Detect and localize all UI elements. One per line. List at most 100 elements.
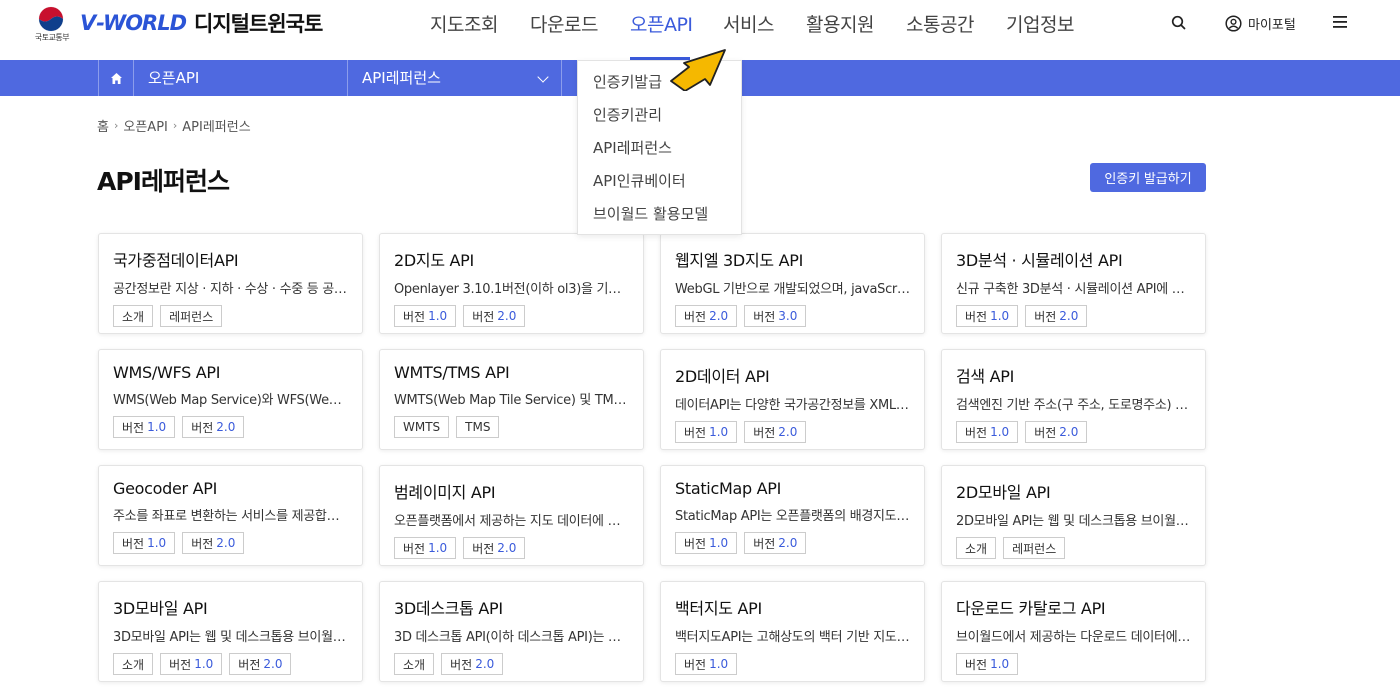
tag-version: 1.0 — [147, 420, 167, 434]
version-tag[interactable]: 버전 1.0 — [675, 532, 738, 554]
tag-label: TMS — [465, 420, 491, 434]
version-tag[interactable]: 버전 1.0 — [394, 305, 457, 327]
nav-download[interactable]: 다운로드 — [530, 10, 598, 37]
nav-service[interactable]: 서비스 — [723, 10, 774, 37]
mypage-link[interactable]: 마이포털 — [1225, 14, 1296, 33]
nav-support[interactable]: 활용지원 — [806, 10, 874, 37]
nav-open-api[interactable]: 오픈API — [630, 10, 693, 37]
version-tag[interactable]: 버전 2.0 — [463, 305, 526, 327]
version-tag[interactable]: 버전 2.0 — [675, 305, 738, 327]
card-description: 공간정보란 지상 · 지하 · 수상 · 수중 등 공간상에 존재하는 자연적 … — [113, 282, 348, 297]
api-card[interactable]: 다운로드 카탈로그 API 브이월드에서 제공하는 다운로드 데이터에 대한 버전 1… — [941, 581, 1206, 682]
menu-item-key-issue[interactable]: 인증키발급 — [593, 71, 662, 92]
link-tag[interactable]: WMTS — [394, 416, 450, 438]
version-tag[interactable]: 버전 1.0 — [113, 532, 176, 554]
nav-company-info[interactable]: 기업정보 — [1006, 10, 1074, 37]
card-tags: 버전 1.0 버전 2.0 — [394, 305, 629, 327]
api-card[interactable]: 2D모바일 API 2D모바일 API는 웹 및 데스크톱용 브이월드 지도를소개… — [941, 465, 1206, 566]
version-tag[interactable]: 버전 1.0 — [160, 653, 223, 675]
version-tag[interactable]: 버전 2.0 — [744, 532, 807, 554]
menu-item-usage-model[interactable]: 브이월드 활용모델 — [593, 203, 708, 224]
version-tag[interactable]: 버전 2.0 — [441, 653, 504, 675]
link-tag[interactable]: 소개 — [394, 653, 435, 675]
menu-item-api-reference[interactable]: API레퍼런스 — [593, 137, 672, 158]
home-button[interactable] — [98, 60, 134, 96]
api-card[interactable]: 2D데이터 API 데이터API는 다양한 국가공간정보를 XML, JSON으로… — [660, 349, 925, 450]
link-tag[interactable]: 레퍼런스 — [1003, 537, 1066, 559]
card-description: 오픈플랫폼에서 제공하는 지도 데이터에 대한 범례 — [394, 514, 629, 529]
user-circle-icon — [1225, 15, 1242, 32]
subnav-level1[interactable]: 오픈API — [134, 60, 348, 96]
api-card[interactable]: 2D지도 API Openlayer 3.10.1버전(이하 ol3)을 기반으로… — [379, 233, 644, 334]
link-tag[interactable]: 소개 — [113, 653, 154, 675]
chevron-down-icon — [537, 71, 549, 83]
breadcrumb-home[interactable]: 홈 — [97, 116, 109, 135]
home-icon — [110, 72, 122, 84]
breadcrumb-chevron-icon: › — [172, 119, 178, 132]
subnav-level2-dropdown[interactable]: API레퍼런스 — [348, 60, 562, 96]
tag-label: 버전 — [1034, 425, 1057, 440]
card-title: 2D지도 API — [394, 251, 474, 270]
version-tag[interactable]: 버전 2.0 — [1025, 421, 1088, 443]
card-tags: WMTS TMS — [394, 416, 629, 438]
card-description: 2D모바일 API는 웹 및 데스크톱용 브이월드 지도를 — [956, 514, 1191, 529]
card-description: Openlayer 3.10.1버전(이하 ol3)을 기반으로 개발되었으며 — [394, 282, 629, 297]
version-tag[interactable]: 버전 2.0 — [744, 421, 807, 443]
vworld-logo[interactable]: V -WORLD 디지털트윈국토 — [80, 8, 323, 38]
link-tag[interactable]: 소개 — [113, 305, 154, 327]
version-tag[interactable]: 버전 2.0 — [1025, 305, 1088, 327]
api-card[interactable]: Geocoder API 주소를 좌표로 변환하는 서비스를 제공합니다 버전 1.0… — [98, 465, 363, 566]
menu-item-api-incubator[interactable]: API인큐베이터 — [593, 170, 686, 191]
card-title: 다운로드 카탈로그 API — [956, 599, 1106, 618]
tag-version: 1.0 — [709, 425, 729, 439]
version-tag[interactable]: 버전 2.0 — [182, 532, 245, 554]
tag-label: 레퍼런스 — [1012, 541, 1057, 556]
link-tag[interactable]: 소개 — [956, 537, 997, 559]
version-tag[interactable]: 버전 1.0 — [956, 305, 1019, 327]
link-tag[interactable]: 레퍼런스 — [160, 305, 223, 327]
api-card[interactable]: 3D데스크톱 API 3D 데스크톱 API(이하 데스크톱 API)는 브이월드… — [379, 581, 644, 682]
api-card[interactable]: 3D분석 · 시뮬레이션 API 신규 구축한 3D분석 · 시뮬레이션 API에… — [941, 233, 1206, 334]
issue-key-button[interactable]: 인증키 발급하기 — [1090, 163, 1206, 192]
api-card[interactable]: StaticMap API StaticMap API는 오픈플랫폼의 배경지도를… — [660, 465, 925, 566]
tag-label: 버전 — [753, 536, 776, 551]
version-tag[interactable]: 버전 3.0 — [744, 305, 807, 327]
breadcrumb-open-api[interactable]: 오픈API — [123, 116, 168, 135]
card-tags: 버전 1.0 버전 2.0 — [675, 421, 910, 443]
api-card[interactable]: 웹지엘 3D지도 API WebGL 기반으로 개발되었으며, javaScrip… — [660, 233, 925, 334]
tag-label: 버전 — [965, 657, 988, 672]
tag-label: 버전 — [122, 536, 145, 551]
link-tag[interactable]: TMS — [456, 416, 500, 438]
card-title: 2D데이터 API — [675, 367, 770, 386]
tag-version: 1.0 — [709, 536, 729, 550]
card-title: StaticMap API — [675, 479, 782, 498]
api-card[interactable]: 범례이미지 API오픈플랫폼에서 제공하는 지도 데이터에 대한 범례버전1.0… — [379, 465, 644, 566]
version-tag[interactable]: 버전 1.0 — [394, 537, 457, 559]
api-card[interactable]: 국가중점데이터API 공간정보란 지상 · 지하 · 수상 · 수중 등 공간상에… — [98, 233, 363, 334]
card-description: WMS(Web Map Service)와 WFS(Web Feature Se… — [113, 393, 348, 408]
tag-version: 1.0 — [709, 657, 729, 671]
api-card[interactable]: 백터지도 API 백터지도API는 고해상도의 백터 기반 지도를 제공버전 1.0 — [660, 581, 925, 682]
nav-map-view[interactable]: 지도조회 — [430, 10, 498, 37]
version-tag[interactable]: 버전 1.0 — [956, 421, 1019, 443]
breadcrumb-api-reference[interactable]: API레퍼런스 — [182, 116, 250, 135]
version-tag[interactable]: 버전 1.0 — [113, 416, 176, 438]
tag-version: 1.0 — [194, 657, 214, 671]
search-icon[interactable] — [1170, 14, 1188, 32]
api-card[interactable]: 검색 API검색엔진 기반 주소(구 주소, 도로명주소) 및 장소 검색버전1… — [941, 349, 1206, 450]
version-tag[interactable]: 버전 2.0 — [463, 537, 526, 559]
version-tag[interactable]: 버전 1.0 — [675, 653, 738, 675]
version-tag[interactable]: 버전 1.0 — [956, 653, 1019, 675]
menu-item-key-manage[interactable]: 인증키관리 — [593, 104, 662, 125]
hamburger-menu-icon[interactable] — [1333, 16, 1347, 28]
version-tag[interactable]: 버전 2.0 — [182, 416, 245, 438]
card-title: WMS/WFS API — [113, 363, 221, 382]
nav-communication[interactable]: 소통공간 — [906, 10, 974, 37]
card-title: 백터지도 API — [675, 599, 762, 618]
version-tag[interactable]: 버전 2.0 — [229, 653, 292, 675]
api-card[interactable]: WMS/WFS API WMS(Web Map Service)와 WFS(Web… — [98, 349, 363, 450]
version-tag[interactable]: 버전 1.0 — [675, 421, 738, 443]
api-card[interactable]: 3D모바일 API 3D모바일 API는 웹 및 데스크톱용 브이월드 지도를소개… — [98, 581, 363, 682]
card-description: 백터지도API는 고해상도의 백터 기반 지도를 제공 — [675, 630, 910, 645]
api-card[interactable]: WMTS/TMS API WMTS(Web Map Tile Service) 및… — [379, 349, 644, 450]
